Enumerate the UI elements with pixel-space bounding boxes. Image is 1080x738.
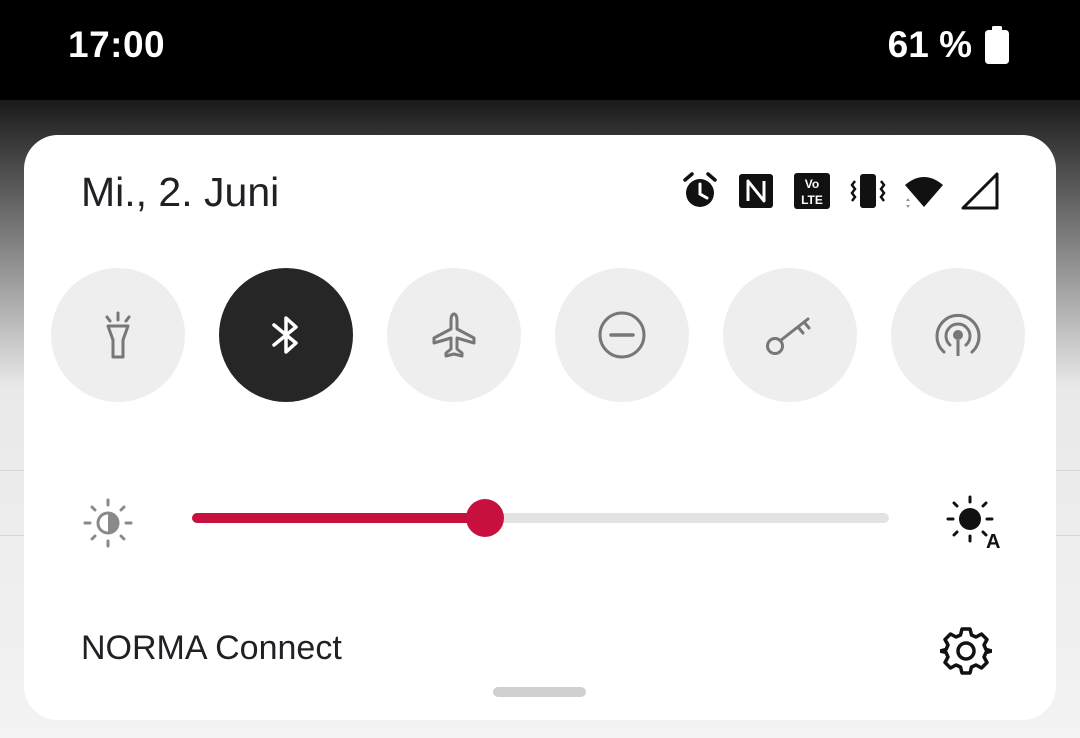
volte-icon: Vo LTE: [792, 171, 832, 211]
tile-do-not-disturb[interactable]: [555, 268, 689, 402]
flashlight-icon: [105, 311, 131, 359]
svg-text:Vo: Vo: [805, 177, 819, 191]
vibrate-icon: [848, 171, 888, 211]
brightness-slider-fill: [192, 513, 485, 523]
tile-hotspot[interactable]: [891, 268, 1025, 402]
status-time: 17:00: [68, 24, 166, 65]
nfc-icon: [736, 171, 776, 211]
bluetooth-icon: [272, 316, 298, 354]
do-not-disturb-icon: [598, 311, 646, 359]
date-label: Mi., 2. Juni: [81, 169, 280, 215]
vpn-key-icon: [766, 317, 811, 355]
tile-flashlight[interactable]: [51, 268, 185, 402]
brightness-auto-icon[interactable]: A: [944, 493, 1004, 558]
tile-bluetooth[interactable]: [219, 268, 353, 402]
wifi-icon: [904, 171, 944, 211]
hotspot-icon: [935, 313, 981, 356]
brightness-auto-label: A: [986, 531, 1000, 553]
settings-gear-icon[interactable]: [938, 625, 994, 682]
tile-vpn[interactable]: [723, 268, 857, 402]
quick-settings-panel: Mi., 2. Juni Vo LTE A NORMA Connect: [24, 135, 1056, 720]
tile-airplane-mode[interactable]: [387, 268, 521, 402]
signal-icon: [960, 171, 1000, 211]
svg-text:LTE: LTE: [801, 193, 823, 207]
battery-icon: [984, 26, 1010, 69]
brightness-low-icon: [82, 497, 134, 554]
airplane-icon: [432, 312, 476, 358]
status-icons: Vo LTE: [680, 171, 1000, 211]
brightness-slider[interactable]: [192, 499, 889, 537]
battery-percentage: 61 %: [887, 24, 972, 65]
brightness-slider-thumb[interactable]: [465, 499, 504, 537]
status-bar: 17:00 61 %: [0, 0, 1080, 100]
alarm-icon: [680, 171, 720, 211]
drag-handle[interactable]: [493, 687, 586, 697]
carrier-name: NORMA Connect: [81, 629, 342, 667]
